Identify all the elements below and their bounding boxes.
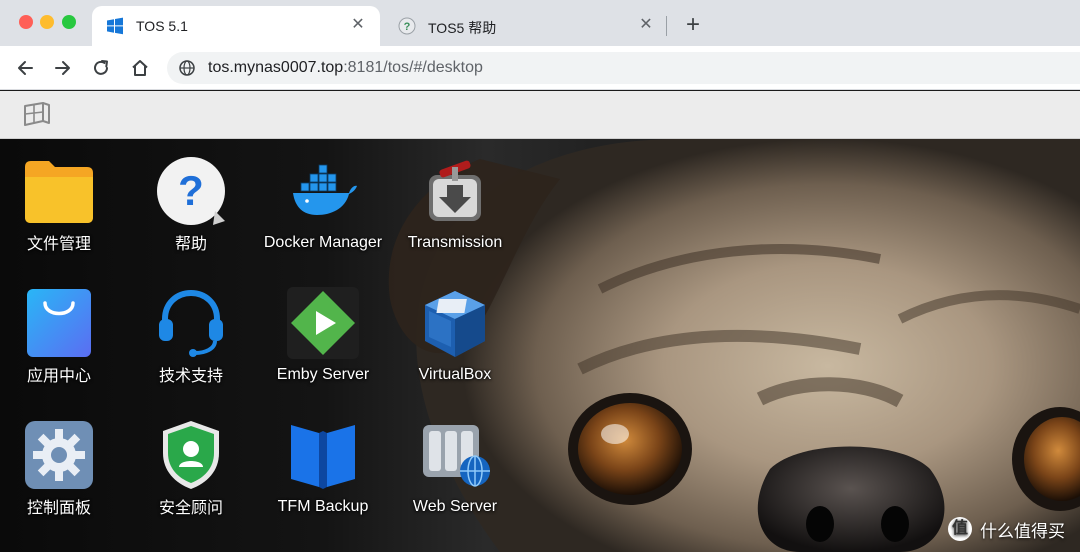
browser-toolbar: tos.mynas0007.top:8181/tos/#/desktop (0, 46, 1080, 90)
app-help[interactable]: ? 帮助 (126, 141, 256, 266)
tfm-backup-icon (291, 425, 355, 489)
folder-icon (25, 161, 93, 223)
arrow-left-icon (18, 61, 33, 75)
app-security-advisor[interactable]: 安全顾问 (126, 405, 256, 530)
arrow-right-icon (55, 61, 70, 75)
app-docker-manager[interactable]: Docker Manager (258, 141, 388, 266)
app-web-server[interactable]: Web Server (390, 405, 520, 530)
app-control-panel[interactable]: 控制面板 (0, 405, 124, 530)
tab-tos[interactable]: TOS 5.1 ✕ (92, 6, 380, 46)
tos-desktop: 文件管理 ? 帮助 Docker Manager Transmission 应用… (0, 139, 1080, 552)
watermark-text: 什么值得买 (980, 521, 1065, 541)
app-label: 帮助 (174, 236, 207, 253)
reload-button[interactable] (89, 56, 113, 80)
url-path: :8181/tos/#/desktop (343, 59, 483, 76)
app-label: Emby Server (276, 366, 370, 383)
app-label: Web Server (412, 498, 498, 515)
app-label: 控制面板 (26, 500, 91, 517)
tab-title: TOS5 帮助 (428, 20, 497, 36)
url-text: tos.mynas0007.top:8181/tos/#/desktop (208, 59, 483, 77)
app-tech-support[interactable]: 技术支持 (126, 273, 256, 398)
home-button[interactable] (128, 56, 152, 80)
tos-window-icon (107, 17, 123, 35)
app-emby-server[interactable]: Emby Server (258, 273, 388, 398)
security-shield-icon (163, 421, 219, 489)
virtualbox-cube-icon (425, 291, 485, 357)
url-host: tos.mynas0007.top (208, 59, 344, 76)
tos-top-bar (0, 91, 1080, 139)
help-icon: ? (157, 157, 225, 225)
new-tab-button[interactable]: + (680, 13, 706, 39)
app-label: 应用中心 (26, 368, 91, 385)
svg-text:?: ? (404, 21, 411, 33)
smzdm-watermark: 值 什么值得买 (948, 515, 1065, 543)
app-label: Transmission (407, 234, 503, 251)
app-label: VirtualBox (418, 366, 492, 383)
app-label: TFM Backup (277, 498, 369, 515)
home-icon (132, 60, 148, 76)
transmission-icon (429, 160, 481, 221)
app-center-bag-icon (27, 289, 91, 357)
headset-icon (159, 289, 223, 357)
tab-separator (666, 16, 667, 36)
address-bar[interactable]: tos.mynas0007.top:8181/tos/#/desktop (167, 52, 1080, 84)
zoom-window-button[interactable] (62, 15, 76, 29)
app-tfm-backup[interactable]: TFM Backup (258, 405, 388, 530)
tos-desktop-logo-icon[interactable] (22, 101, 52, 129)
tab-title: TOS 5.1 (136, 18, 188, 34)
close-window-button[interactable] (19, 15, 33, 29)
close-tab-icon[interactable]: ✕ (636, 15, 656, 35)
reload-icon (94, 60, 108, 75)
app-label: Docker Manager (263, 234, 383, 251)
gear-icon (25, 421, 93, 489)
browser-tab-bar: TOS 5.1 ✕ ? TOS5 帮助 ✕ + (0, 0, 1080, 46)
app-virtualbox[interactable]: VirtualBox (390, 273, 520, 398)
app-label: 安全顾问 (158, 500, 223, 517)
docker-icon (293, 164, 357, 215)
app-transmission[interactable]: Transmission (390, 141, 520, 266)
back-button[interactable] (13, 56, 37, 80)
close-tab-icon[interactable]: ✕ (348, 15, 368, 35)
emby-play-icon (287, 287, 359, 359)
app-label: 技术支持 (158, 368, 223, 385)
watermark-logo-icon: 值 (948, 517, 972, 541)
site-info-icon[interactable] (179, 60, 195, 76)
forward-button[interactable] (51, 56, 75, 80)
app-app-center[interactable]: 应用中心 (0, 273, 124, 398)
tab-tos-help[interactable]: ? TOS5 帮助 ✕ (384, 6, 668, 46)
help-favicon: ? (398, 17, 416, 35)
minimize-window-button[interactable] (40, 15, 54, 29)
app-label: 文件管理 (26, 236, 91, 253)
web-server-icon (423, 425, 490, 487)
app-file-manager[interactable]: 文件管理 (0, 141, 124, 266)
svg-text:?: ? (178, 167, 204, 214)
